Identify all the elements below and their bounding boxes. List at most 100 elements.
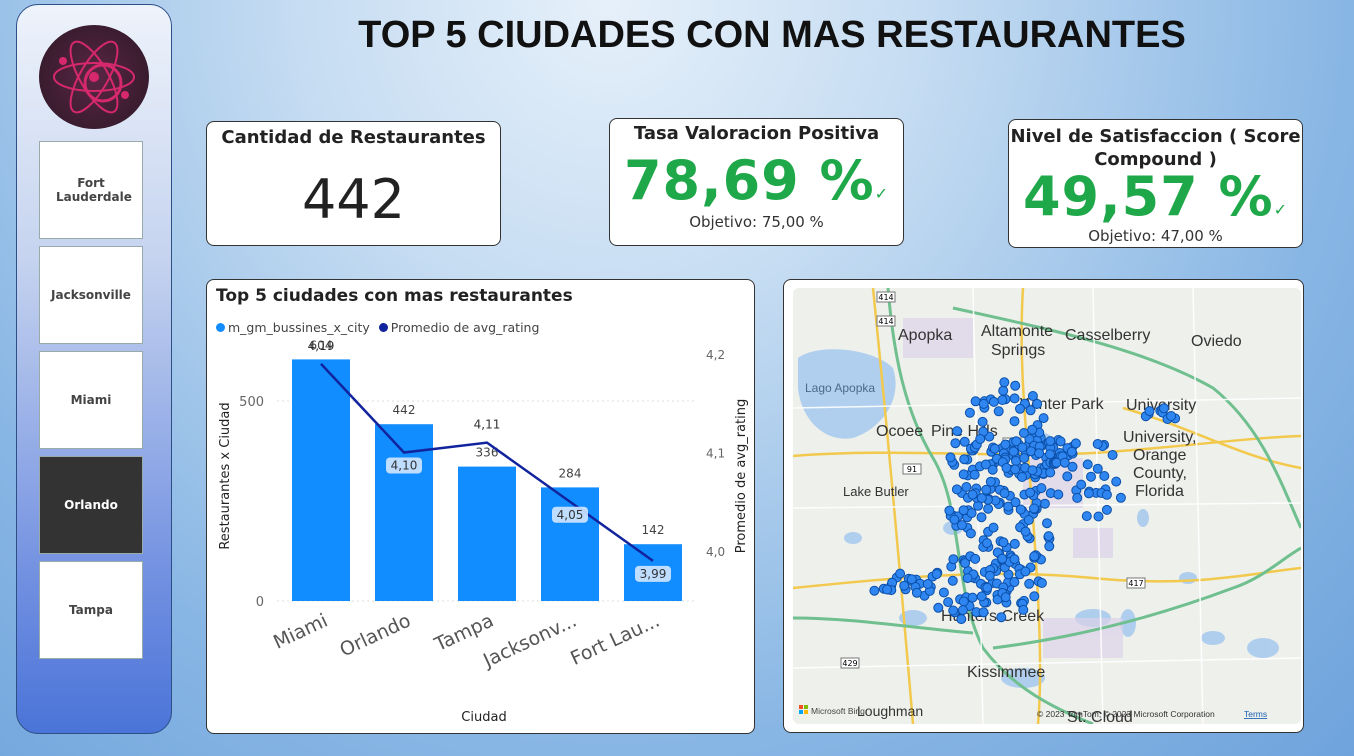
restaurant-marker[interactable] [965,528,976,539]
restaurant-marker[interactable] [957,605,968,616]
restaurant-marker[interactable] [1018,604,1029,615]
restaurant-marker[interactable] [958,505,969,516]
city-filter-miami[interactable]: Miami [39,351,143,449]
restaurant-marker[interactable] [1017,472,1027,482]
restaurant-marker[interactable] [1144,406,1155,417]
restaurant-marker[interactable] [1009,577,1020,587]
restaurant-marker[interactable] [959,454,970,465]
restaurant-marker[interactable] [899,580,910,591]
restaurant-marker[interactable] [980,459,991,470]
restaurant-marker[interactable] [1055,436,1066,447]
restaurant-marker[interactable] [1092,439,1103,449]
restaurant-marker[interactable] [976,512,987,523]
city-filter-jacksonville[interactable]: Jacksonville [39,246,143,344]
restaurant-marker[interactable] [949,514,960,525]
restaurant-marker[interactable] [969,469,980,480]
restaurant-marker[interactable] [997,553,1008,564]
restaurant-marker[interactable] [993,406,1004,417]
restaurant-marker[interactable] [922,579,933,589]
restaurant-marker[interactable] [975,434,986,444]
restaurant-marker[interactable] [1099,471,1110,481]
restaurant-marker[interactable] [989,443,1000,454]
restaurant-marker[interactable] [1081,511,1092,522]
kpi-card-satisfaction[interactable]: Nivel de Satisfaccion ( Score Compound )… [1008,119,1303,248]
restaurant-marker[interactable] [1020,566,1031,577]
restaurant-marker[interactable] [1092,463,1103,474]
map-card[interactable]: 414 414 408 91 417 429 Apopka Altamonte … [783,279,1304,733]
restaurant-marker[interactable] [1018,428,1029,438]
restaurant-marker[interactable] [1166,411,1177,421]
restaurant-marker[interactable] [1101,489,1112,500]
restaurant-marker[interactable] [1111,476,1122,487]
restaurant-marker[interactable] [978,607,989,618]
restaurant-marker[interactable] [895,568,906,579]
restaurant-marker[interactable] [1027,391,1038,401]
restaurant-marker[interactable] [957,520,967,531]
restaurant-marker[interactable] [948,554,959,565]
restaurant-marker[interactable] [933,602,944,613]
restaurant-marker[interactable] [1072,492,1083,503]
restaurant-marker[interactable] [961,482,972,492]
restaurant-marker[interactable] [1000,439,1011,450]
restaurant-marker[interactable] [1042,518,1052,529]
restaurant-marker[interactable] [1026,446,1036,457]
restaurant-marker[interactable] [882,584,893,595]
map-view[interactable]: 414 414 408 91 417 429 Apopka Altamonte … [793,288,1301,724]
restaurant-marker[interactable] [1009,554,1020,565]
restaurant-marker[interactable] [950,438,961,449]
map-terms-link[interactable]: Terms [1244,709,1267,719]
restaurant-marker[interactable] [998,385,1009,396]
restaurant-marker[interactable] [978,398,989,409]
restaurant-marker[interactable] [1029,551,1040,562]
restaurant-marker[interactable] [967,489,978,500]
restaurant-marker[interactable] [1009,393,1020,404]
restaurant-marker[interactable] [911,587,922,598]
restaurant-marker[interactable] [985,476,996,487]
restaurant-marker[interactable] [997,395,1008,405]
restaurant-marker[interactable] [1010,464,1021,475]
restaurant-marker[interactable] [999,377,1010,388]
restaurant-marker[interactable] [1045,467,1056,478]
restaurant-marker[interactable] [998,537,1009,548]
restaurant-marker[interactable] [999,488,1010,499]
restaurant-marker[interactable] [1086,471,1096,482]
restaurant-marker[interactable] [983,503,994,514]
restaurant-marker[interactable] [947,575,958,586]
restaurant-marker[interactable] [982,538,992,549]
restaurant-marker[interactable] [958,469,969,480]
restaurant-marker[interactable] [1036,483,1047,494]
restaurant-marker[interactable] [1039,498,1050,509]
restaurant-marker[interactable] [1107,450,1118,460]
restaurant-marker[interactable] [1045,436,1056,447]
restaurant-marker[interactable] [938,587,949,598]
restaurant-marker[interactable] [944,505,955,516]
restaurant-marker[interactable] [977,416,988,427]
restaurant-marker[interactable] [931,569,942,580]
restaurant-marker[interactable] [1023,515,1034,525]
restaurant-marker[interactable] [1009,538,1020,549]
kpi-card-positive-rate[interactable]: Tasa Valoracion Positiva 78,69 %✓ Objeti… [609,118,904,246]
restaurant-marker[interactable] [956,614,967,625]
restaurant-marker[interactable] [1027,424,1038,435]
combo-chart-card[interactable]: Top 5 ciudades con mas restaurantes m_gm… [206,279,755,734]
restaurant-marker[interactable] [1015,403,1025,414]
restaurant-marker[interactable] [869,585,880,596]
restaurant-marker[interactable] [1029,503,1039,514]
city-filter-tampa[interactable]: Tampa [39,561,143,659]
restaurant-marker[interactable] [1070,438,1081,449]
restaurant-marker[interactable] [1010,380,1021,391]
restaurant-marker[interactable] [952,426,963,437]
restaurant-marker[interactable] [945,452,956,463]
restaurant-marker[interactable] [982,582,993,593]
restaurant-marker[interactable] [958,596,969,607]
restaurant-marker[interactable] [1093,511,1104,522]
restaurant-marker[interactable] [1076,479,1087,490]
restaurant-marker[interactable] [962,573,973,584]
restaurant-marker[interactable] [1015,504,1026,515]
restaurant-marker[interactable] [981,484,992,495]
restaurant-marker[interactable] [948,605,959,616]
restaurant-marker[interactable] [951,484,962,495]
restaurant-marker[interactable] [976,493,987,504]
restaurant-marker[interactable] [1053,489,1064,500]
restaurant-marker[interactable] [1045,449,1055,460]
